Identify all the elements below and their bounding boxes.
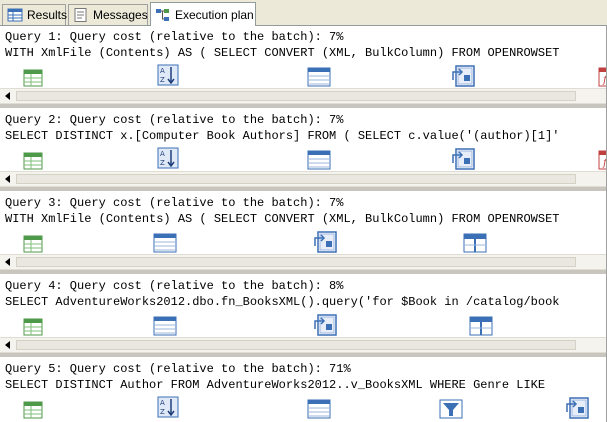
select-icon[interactable] — [20, 313, 46, 337]
horizontal-scrollbar[interactable] — [0, 337, 607, 353]
svg-text:A: A — [160, 150, 165, 158]
panel-separator — [0, 187, 607, 191]
query-plan-panel: Query 2: Query cost (relative to the bat… — [0, 109, 607, 191]
horizontal-scrollbar[interactable] — [0, 171, 607, 187]
filter-icon[interactable] — [438, 396, 464, 420]
nested-loops-icon[interactable] — [450, 147, 476, 171]
results-tab-strip: Results Messages Execution plan — [0, 0, 607, 26]
tab-results-label: Results — [27, 8, 68, 22]
select-icon[interactable] — [20, 396, 46, 420]
query-cost-line: Query 5: Query cost (relative to the bat… — [5, 362, 351, 376]
plan-operators: AZf — [0, 147, 607, 171]
horizontal-scrollbar[interactable] — [0, 254, 607, 270]
panel-separator — [0, 270, 607, 274]
select-icon[interactable] — [20, 230, 46, 254]
compute-scalar-icon[interactable] — [306, 396, 332, 420]
sort-icon[interactable]: AZ — [156, 147, 182, 171]
scroll-left-icon[interactable] — [2, 90, 14, 102]
query-cost-line: Query 1: Query cost (relative to the bat… — [5, 30, 344, 44]
query-sql-text: WITH XmlFile (Contents) AS ( SELECT CONV… — [5, 46, 560, 60]
svg-text:A: A — [160, 399, 165, 407]
tab-execution-plan-label: Execution plan — [175, 7, 254, 22]
query-sql-text: WITH XmlFile (Contents) AS ( SELECT CONV… — [5, 212, 560, 226]
plan-operators: AZf — [0, 64, 607, 88]
query-plan-panel: Query 3: Query cost (relative to the bat… — [0, 192, 607, 274]
plan-operators — [0, 313, 607, 337]
sort-icon[interactable]: AZ — [156, 396, 182, 420]
scrollbar-thumb[interactable] — [16, 91, 576, 101]
tab-messages[interactable]: Messages — [68, 4, 148, 25]
select-icon[interactable] — [20, 147, 46, 171]
svg-text:Z: Z — [160, 159, 165, 167]
svg-text:A: A — [160, 67, 165, 75]
messages-icon — [74, 8, 87, 22]
nested-loops-icon[interactable] — [450, 64, 476, 88]
compute-scalar-icon[interactable] — [152, 313, 178, 337]
query-plan-panel: Query 5: Query cost (relative to the bat… — [0, 358, 607, 422]
nested-loops-icon[interactable] — [564, 396, 590, 420]
scrollbar-thumb[interactable] — [16, 340, 576, 350]
panel-separator — [0, 353, 607, 357]
query-plan-panel: Query 4: Query cost (relative to the bat… — [0, 275, 607, 357]
scroll-left-icon[interactable] — [2, 173, 14, 185]
scrollbar-thumb[interactable] — [16, 174, 576, 184]
nested-loops-icon[interactable] — [312, 313, 338, 337]
scroll-left-icon[interactable] — [2, 339, 14, 351]
stream-aggregate-icon[interactable] — [468, 313, 494, 337]
compute-scalar-icon[interactable] — [306, 64, 332, 88]
compute-scalar-icon[interactable] — [152, 230, 178, 254]
panel-separator — [0, 104, 607, 108]
compute-scalar-icon[interactable] — [306, 147, 332, 171]
grid-icon — [7, 8, 23, 22]
sort-icon[interactable]: AZ — [156, 64, 182, 88]
query-cost-line: Query 4: Query cost (relative to the bat… — [5, 279, 344, 293]
scrollbar-thumb[interactable] — [16, 257, 576, 267]
query-plan-panel: Query 1: Query cost (relative to the bat… — [0, 26, 607, 108]
query-cost-line: Query 3: Query cost (relative to the bat… — [5, 196, 344, 210]
scroll-left-icon[interactable] — [2, 256, 14, 268]
nested-loops-icon[interactable] — [312, 230, 338, 254]
stream-aggregate-icon[interactable] — [462, 230, 488, 254]
tab-messages-label: Messages — [93, 8, 148, 22]
svg-text:Z: Z — [160, 408, 165, 416]
tab-execution-plan[interactable]: Execution plan — [150, 2, 256, 26]
query-sql-text: SELECT AdventureWorks2012.dbo.fn_BooksXM… — [5, 295, 560, 309]
query-cost-line: Query 2: Query cost (relative to the bat… — [5, 113, 344, 127]
horizontal-scrollbar[interactable] — [0, 88, 607, 104]
plan-operators — [0, 230, 607, 254]
execution-plan-icon — [156, 8, 169, 21]
svg-text:Z: Z — [160, 76, 165, 84]
query-sql-text: SELECT DISTINCT Author FROM AdventureWor… — [5, 378, 546, 392]
plan-operators: AZ — [0, 396, 607, 420]
query-sql-text: SELECT DISTINCT x.[Computer Book Authors… — [5, 129, 560, 143]
tab-results[interactable]: Results — [2, 4, 68, 25]
select-icon[interactable] — [20, 64, 46, 88]
